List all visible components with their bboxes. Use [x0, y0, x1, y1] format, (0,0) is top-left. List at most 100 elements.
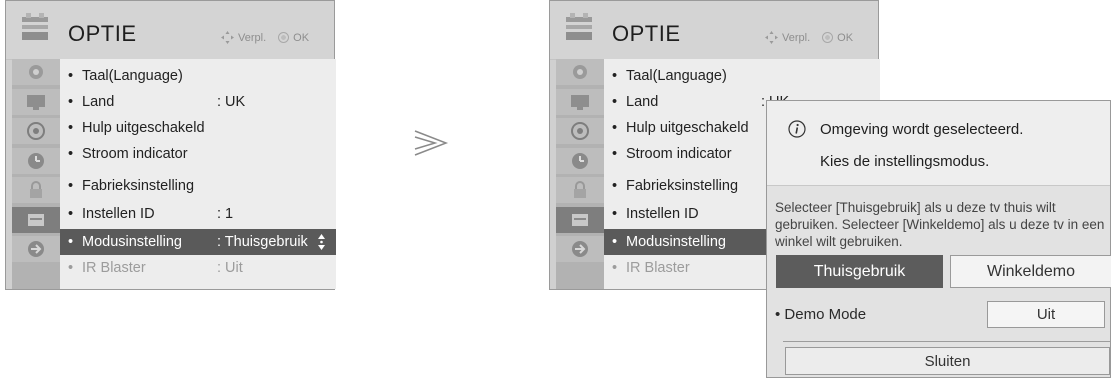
menu-item-label: Instellen ID: [82, 206, 155, 222]
menu-title: OPTIE: [68, 21, 137, 46]
menu-item-power-indicator[interactable]: • Stroom indicator: [60, 141, 336, 167]
nav-hints: Verpl. OK: [221, 31, 309, 44]
sidebar-item-setup[interactable]: [12, 59, 60, 85]
option-icon: [28, 213, 44, 226]
option-menu-icon: [22, 13, 48, 40]
category-sidebar: [12, 59, 60, 289]
sidebar-item-time[interactable]: [12, 147, 60, 174]
menu-header: OPTIE Verpl. OK: [550, 1, 878, 60]
option-menu-panel-left: OPTIE Verpl. OK • Taal(Language) • Land …: [5, 0, 336, 290]
menu-item-value: : 1: [217, 206, 234, 222]
up-down-arrow-icon: [318, 234, 325, 250]
menu-item-language[interactable]: • Taal(Language): [604, 63, 880, 89]
store-demo-button[interactable]: Winkeldemo: [950, 255, 1111, 288]
menu-item-label: Fabrieksinstelling: [82, 178, 195, 194]
dialog-message-line-2: Kies de instellingsmodus.: [820, 153, 990, 170]
menu-item-language[interactable]: • Taal(Language): [60, 63, 336, 89]
move-hint-label: Verpl.: [238, 31, 267, 44]
speaker-icon: [571, 122, 589, 140]
sidebar-item-input[interactable]: [12, 236, 60, 262]
menu-item-country[interactable]: • Land : UK: [60, 89, 336, 115]
menu-item-label: Land: [82, 94, 115, 110]
mode-setting-dialog: Omgeving wordt geselecteerd. Kies de ins…: [766, 100, 1111, 378]
satellite-dish-icon: [29, 65, 43, 79]
next-step-arrow-icon: [414, 130, 449, 156]
bullet: •: [612, 146, 618, 162]
monitor-icon: [27, 94, 45, 110]
menu-item-value: : UK: [217, 94, 246, 110]
dialog-divider: [783, 341, 1110, 342]
menu-item-mode-setting[interactable]: • Modusinstelling : Thuisgebruik: [60, 229, 336, 255]
bullet: •: [68, 178, 74, 194]
move-hint-label: Verpl.: [782, 31, 811, 44]
input-source-icon: [28, 241, 44, 257]
bullet: •: [612, 120, 618, 136]
menu-item-label: Fabrieksinstelling: [626, 178, 739, 194]
sidebar-item-input[interactable]: [556, 236, 604, 262]
move-arrows-icon: [221, 31, 234, 44]
bullet: •: [68, 234, 74, 250]
sidebar-item-picture[interactable]: [556, 88, 604, 115]
option-icon: [572, 213, 588, 226]
sidebar-item-picture[interactable]: [12, 88, 60, 115]
menu-item-factory-reset[interactable]: • Fabrieksinstelling: [60, 173, 336, 199]
sidebar-item-lock[interactable]: [556, 177, 604, 203]
menu-item-label: Taal(Language): [626, 68, 727, 84]
info-icon: [788, 120, 806, 138]
satellite-dish-icon: [573, 65, 587, 79]
menu-item-label: Modusinstelling: [626, 234, 726, 250]
bullet: •: [68, 120, 74, 136]
menu-item-value: : Thuisgebruik: [217, 234, 308, 250]
move-arrows-icon: [765, 31, 778, 44]
menu-item-label: IR Blaster: [82, 260, 146, 276]
menu-item-help-disabled[interactable]: • Hulp uitgeschakeld: [60, 115, 336, 141]
menu-item-set-id[interactable]: • Instellen ID : 1: [60, 201, 336, 227]
menu-item-value: : Uit: [217, 260, 243, 276]
menu-item-label: Modusinstelling: [82, 234, 182, 250]
home-use-button[interactable]: Thuisgebruik: [776, 255, 943, 288]
dialog-info-area: Omgeving wordt geselecteerd. Kies de ins…: [767, 101, 1110, 186]
category-sidebar: [556, 59, 604, 289]
sidebar-item-audio[interactable]: [12, 118, 60, 144]
menu-item-label: Stroom indicator: [626, 146, 732, 162]
bullet: •: [612, 260, 618, 276]
ok-button-icon: [822, 32, 834, 43]
bullet: •: [68, 94, 74, 110]
speaker-icon: [27, 122, 45, 140]
close-button[interactable]: Sluiten: [785, 347, 1110, 375]
menu-item-label: Taal(Language): [82, 68, 183, 84]
sidebar-item-option[interactable]: [556, 206, 604, 233]
bullet: •: [68, 206, 74, 222]
bullet: •: [612, 68, 618, 84]
sidebar-item-time[interactable]: [556, 147, 604, 174]
clock-icon: [572, 152, 588, 169]
option-list: • Taal(Language) • Land : UK • Hulp uitg…: [60, 59, 336, 289]
bullet: •: [68, 68, 74, 84]
menu-item-label: Stroom indicator: [82, 146, 188, 162]
sidebar-item-option[interactable]: [12, 206, 60, 233]
demo-mode-select[interactable]: Uit: [987, 301, 1105, 328]
monitor-icon: [571, 94, 589, 110]
bullet: •: [612, 94, 618, 110]
sidebar-item-lock[interactable]: [12, 177, 60, 203]
bullet: •: [612, 234, 618, 250]
menu-title: OPTIE: [612, 21, 681, 46]
menu-item-ir-blaster[interactable]: • IR Blaster : Uit: [60, 255, 336, 281]
bullet: •: [68, 260, 74, 276]
nav-hints: Verpl. OK: [765, 31, 853, 44]
dialog-message-line-1: Omgeving wordt geselecteerd.: [820, 121, 1024, 138]
demo-mode-label: • Demo Mode: [775, 306, 867, 323]
sidebar-item-audio[interactable]: [556, 118, 604, 144]
bullet: •: [612, 206, 618, 222]
menu-item-label: IR Blaster: [626, 260, 690, 276]
ok-hint-label: OK: [837, 31, 854, 44]
menu-item-label: Land: [626, 94, 659, 110]
dialog-description: Selecteer [Thuisgebruik] als u deze tv t…: [775, 200, 1105, 249]
menu-header: OPTIE Verpl. OK: [6, 1, 334, 60]
option-menu-icon: [566, 13, 592, 40]
menu-item-label: Instellen ID: [626, 206, 699, 222]
sidebar-item-setup[interactable]: [556, 59, 604, 85]
ok-hint-label: OK: [293, 31, 310, 44]
clock-icon: [28, 152, 44, 169]
menu-item-label: Hulp uitgeschakeld: [82, 120, 205, 136]
